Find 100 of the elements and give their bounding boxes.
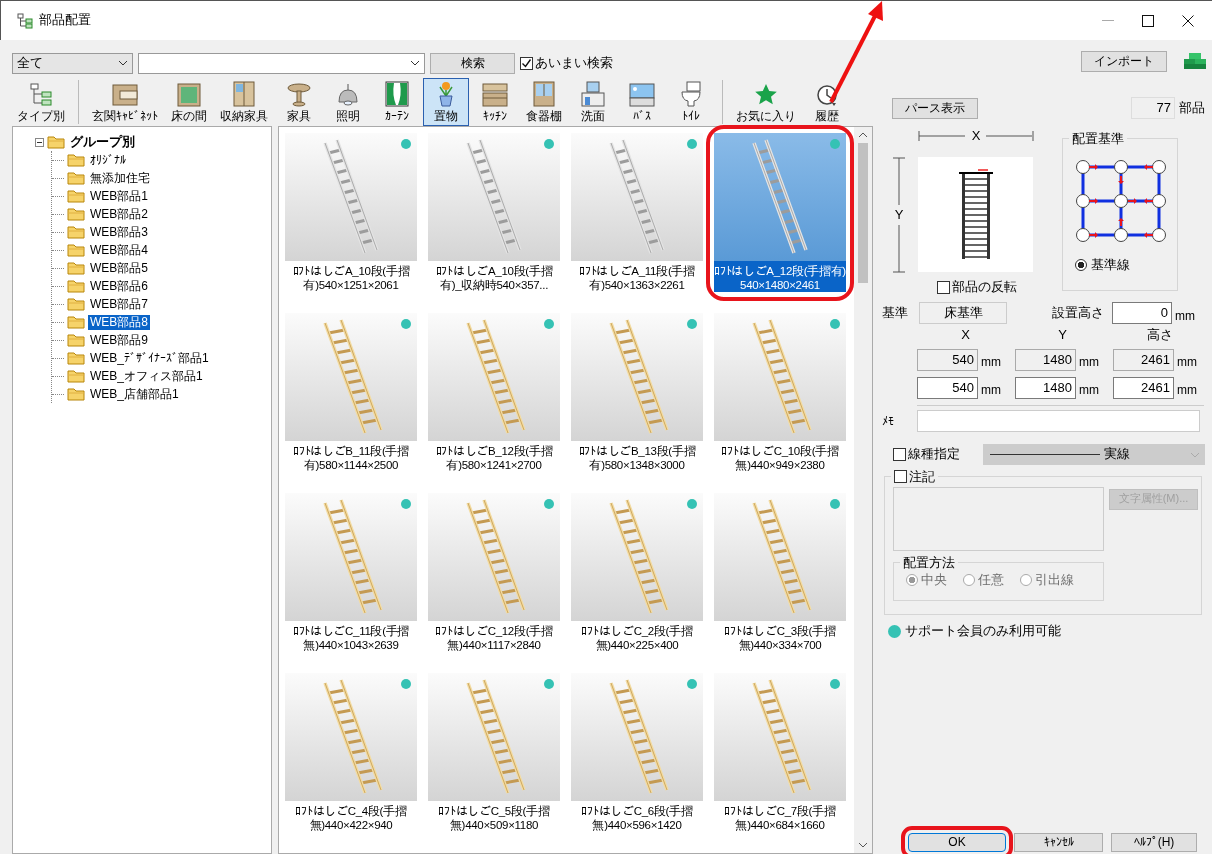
scroll-down-icon[interactable] (858, 841, 868, 849)
size-field[interactable]: 540 (917, 377, 978, 399)
washbasin-icon (581, 80, 605, 107)
column-header: X (960, 327, 971, 343)
keyword-field[interactable] (138, 52, 425, 74)
category-tab[interactable]: 照明 (325, 78, 371, 126)
unit-label: mm (1079, 382, 1100, 399)
group-title: 配置方法 (902, 554, 956, 571)
folder-icon (67, 333, 85, 347)
close-icon[interactable] (1182, 14, 1194, 27)
alcove-icon (177, 82, 201, 107)
tree-item[interactable]: WEB部品8 (88, 314, 150, 330)
tree-item[interactable]: WEB部品9 (88, 332, 150, 348)
tree-item[interactable]: WEB部品7 (88, 296, 150, 312)
folder-icon (67, 279, 85, 293)
category-tab[interactable]: 収納家具 (215, 78, 273, 126)
category-tab[interactable]: ﾄｲﾚ (668, 78, 714, 126)
folder-icon (67, 315, 85, 329)
size-field: 2461 (1113, 349, 1174, 371)
category-tab[interactable]: ｶｰﾃﾝ (374, 78, 420, 126)
category-dropdown[interactable]: 全て (12, 52, 133, 74)
table-icon (286, 82, 312, 107)
dropdown-caret-icon (1190, 451, 1200, 458)
unit-label: mm (981, 354, 1002, 371)
tree-icon (29, 82, 53, 107)
tree-icon (17, 12, 33, 29)
size-field[interactable]: 2461 (1113, 377, 1174, 399)
checkbox[interactable] (937, 280, 950, 294)
tree-item[interactable]: WEB部品2 (88, 206, 150, 222)
scroll-up-icon[interactable] (858, 131, 868, 139)
unit-label: mm (1175, 307, 1195, 324)
lamp-icon (336, 82, 360, 107)
radio-button[interactable] (1075, 258, 1087, 271)
checkbox-label[interactable]: 注記 (909, 469, 935, 485)
checkbox[interactable] (520, 56, 533, 70)
checkbox-label[interactable]: 部品の反転 (952, 279, 1017, 296)
search-button[interactable]: 検索 (430, 52, 515, 74)
tree-item[interactable]: ｵﾘｼﾞﾅﾙ (88, 152, 128, 168)
dialog-button[interactable]: ﾍﾙﾌﾟ(H) (1111, 833, 1197, 852)
placement-grid-drawing[interactable] (1075, 158, 1167, 243)
scroll-thumb[interactable] (858, 143, 868, 283)
part-caption: ﾛﾌﾄはしごC_6段(手摺無)440×596×1420 (580, 804, 694, 832)
tree-item[interactable]: WEB部品5 (88, 260, 150, 276)
tree-item[interactable]: グループ別 (68, 133, 137, 151)
category-tab[interactable]: ﾊﾞｽ (619, 78, 665, 126)
tree-item[interactable]: WEB部品4 (88, 242, 150, 258)
part-caption: ﾛﾌﾄはしごA_12段(手摺有) 540×1480×2461 (714, 261, 846, 292)
wardrobe-icon (233, 80, 255, 107)
part-caption: ﾛﾌﾄはしごC_7段(手摺無)440×684×1660 (723, 804, 837, 832)
part-caption: ﾛﾌﾄはしごA_11段(手摺有)540×1363×2261 (578, 264, 696, 292)
category-tab[interactable]: 家具 (276, 78, 322, 126)
collapse-icon[interactable] (35, 137, 44, 147)
clock-icon (815, 82, 839, 107)
unit-label: mm (1079, 354, 1100, 371)
folder-icon (67, 171, 85, 185)
folder-icon (47, 135, 65, 149)
dimension-line (986, 131, 1034, 141)
tree-item[interactable]: WEB_店舗部品1 (88, 386, 181, 402)
tree-item[interactable]: 無添加住宅 (88, 170, 152, 186)
part-caption: ﾛﾌﾄはしごB_11段(手摺有)580×1144×2500 (292, 444, 410, 472)
tree-item[interactable]: WEB部品6 (88, 278, 150, 294)
radio-label: 引出線 (1035, 572, 1074, 589)
checkbox[interactable] (894, 470, 907, 484)
part-caption: ﾛﾌﾄはしごB_12段(手摺有)580×1241×2700 (434, 444, 554, 472)
part-caption: ﾛﾌﾄはしごC_5段(手摺無)440×509×1180 (437, 804, 551, 832)
blocks-icon[interactable] (1183, 52, 1207, 70)
category-tab[interactable]: タイプ別 (12, 78, 70, 126)
category-tab[interactable]: ｷｯﾁﾝ (472, 78, 518, 126)
radio-label[interactable]: 基準線 (1091, 256, 1130, 273)
memo-field[interactable] (917, 410, 1200, 432)
category-tab[interactable]: 履歴 (804, 78, 850, 126)
category-tab[interactable]: 置物 (423, 78, 469, 126)
category-tab[interactable]: 玄関ｷｬﾋﾞﾈｯﾄ (87, 78, 163, 126)
radio-label: 任意 (978, 572, 1004, 589)
size-field[interactable]: 1480 (1015, 377, 1076, 399)
category-tab[interactable]: 食器棚 (521, 78, 567, 126)
curtain-icon (385, 80, 409, 107)
dimension-line (893, 157, 905, 205)
perspective-button[interactable]: パース表示 (892, 97, 978, 119)
size-field: 540 (917, 349, 978, 371)
folder-icon (67, 351, 85, 365)
folder-icon (67, 207, 85, 221)
tree-item[interactable]: WEB部品3 (88, 224, 150, 240)
scrollbar[interactable] (854, 127, 872, 853)
part-caption: ﾛﾌﾄはしごC_3段(手摺無)440×334×700 (723, 624, 837, 652)
tree-item[interactable]: WEB_オフィス部品1 (88, 368, 205, 384)
import-button[interactable]: インポート (1081, 50, 1167, 72)
unit-label: mm (1177, 382, 1198, 399)
maximize-icon[interactable] (1142, 14, 1154, 27)
dialog-button[interactable]: ｷｬﾝｾﾙ (1014, 833, 1103, 852)
category-tab[interactable]: 洗面 (570, 78, 616, 126)
height-field[interactable]: 0 (1112, 302, 1172, 324)
category-tab[interactable]: お気に入り (731, 78, 801, 126)
folder-icon (67, 153, 85, 167)
checkbox-label[interactable]: あいまい検索 (535, 54, 613, 72)
part-caption: ﾛﾌﾄはしごA_10段(手摺有)_収納時540×357... (434, 264, 554, 292)
tree-item[interactable]: WEB_ﾃﾞｻﾞｲﾅｰｽﾞ部品1 (88, 350, 211, 366)
dimension-label: X (970, 127, 982, 145)
tree-item[interactable]: WEB部品1 (88, 188, 150, 204)
category-tab[interactable]: 床の間 (166, 78, 212, 126)
